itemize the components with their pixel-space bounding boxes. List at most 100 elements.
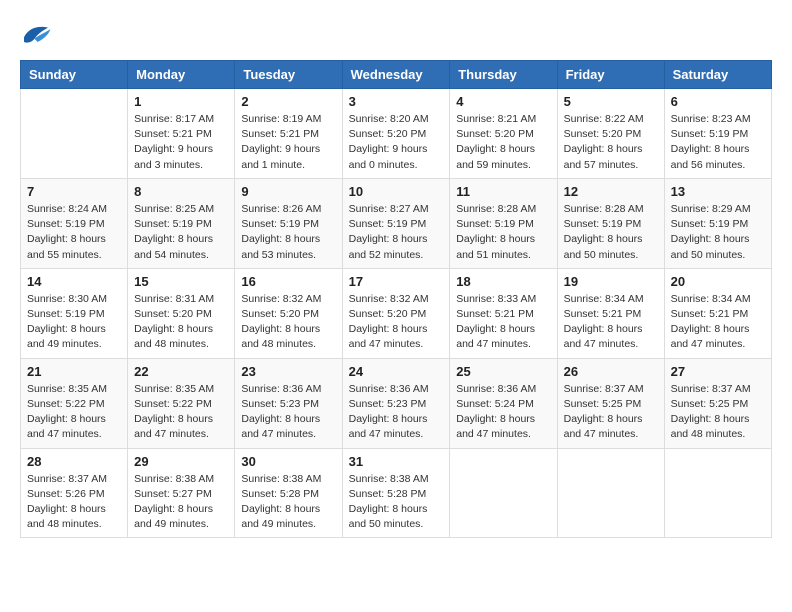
day-info: Sunrise: 8:38 AMSunset: 5:28 PMDaylight:…	[349, 472, 444, 533]
day-info: Sunrise: 8:19 AMSunset: 5:21 PMDaylight:…	[241, 112, 335, 173]
calendar-cell: 8 Sunrise: 8:25 AMSunset: 5:19 PMDaylight…	[128, 178, 235, 268]
day-info: Sunrise: 8:37 AMSunset: 5:25 PMDaylight:…	[671, 382, 765, 443]
day-info: Sunrise: 8:34 AMSunset: 5:21 PMDaylight:…	[564, 292, 658, 353]
day-info: Sunrise: 8:22 AMSunset: 5:20 PMDaylight:…	[564, 112, 658, 173]
day-info: Sunrise: 8:28 AMSunset: 5:19 PMDaylight:…	[564, 202, 658, 263]
logo	[20, 20, 56, 48]
day-number: 29	[134, 454, 228, 469]
weekday-header: Saturday	[664, 61, 771, 89]
day-info: Sunrise: 8:17 AMSunset: 5:21 PMDaylight:…	[134, 112, 228, 173]
page: SundayMondayTuesdayWednesdayThursdayFrid…	[0, 0, 792, 612]
day-number: 1	[134, 94, 228, 109]
calendar-week-row: 1 Sunrise: 8:17 AMSunset: 5:21 PMDaylight…	[21, 89, 772, 179]
calendar-cell	[21, 89, 128, 179]
day-info: Sunrise: 8:38 AMSunset: 5:27 PMDaylight:…	[134, 472, 228, 533]
day-number: 6	[671, 94, 765, 109]
calendar-cell: 15 Sunrise: 8:31 AMSunset: 5:20 PMDayligh…	[128, 268, 235, 358]
calendar-cell: 29 Sunrise: 8:38 AMSunset: 5:27 PMDayligh…	[128, 448, 235, 538]
day-number: 25	[456, 364, 550, 379]
day-number: 18	[456, 274, 550, 289]
calendar-cell: 4 Sunrise: 8:21 AMSunset: 5:20 PMDaylight…	[450, 89, 557, 179]
day-number: 8	[134, 184, 228, 199]
day-info: Sunrise: 8:32 AMSunset: 5:20 PMDaylight:…	[241, 292, 335, 353]
calendar-cell: 24Sunrise: 8:36 AMSunset: 5:23 PMDayligh…	[342, 358, 450, 448]
day-info: Sunrise: 8:33 AMSunset: 5:21 PMDaylight:…	[456, 292, 550, 353]
day-info: Sunrise: 8:37 AMSunset: 5:26 PMDaylight:…	[27, 472, 121, 533]
calendar-week-row: 7Sunrise: 8:24 AMSunset: 5:19 PMDaylight…	[21, 178, 772, 268]
calendar-cell: 6 Sunrise: 8:23 AMSunset: 5:19 PMDaylight…	[664, 89, 771, 179]
day-info: Sunrise: 8:32 AMSunset: 5:20 PMDaylight:…	[349, 292, 444, 353]
calendar-cell: 19 Sunrise: 8:34 AMSunset: 5:21 PMDayligh…	[557, 268, 664, 358]
weekday-header: Sunday	[21, 61, 128, 89]
day-info: Sunrise: 8:36 AMSunset: 5:23 PMDaylight:…	[241, 382, 335, 443]
day-number: 19	[564, 274, 658, 289]
calendar-cell: 21 Sunrise: 8:35 AMSunset: 5:22 PMDayligh…	[21, 358, 128, 448]
calendar-cell: 13 Sunrise: 8:29 AMSunset: 5:19 PMDayligh…	[664, 178, 771, 268]
calendar-cell: 26 Sunrise: 8:37 AMSunset: 5:25 PMDayligh…	[557, 358, 664, 448]
day-number: 4	[456, 94, 550, 109]
calendar-cell: 18 Sunrise: 8:33 AMSunset: 5:21 PMDayligh…	[450, 268, 557, 358]
calendar-cell: 23 Sunrise: 8:36 AMSunset: 5:23 PMDayligh…	[235, 358, 342, 448]
weekday-header: Tuesday	[235, 61, 342, 89]
calendar-week-row: 21 Sunrise: 8:35 AMSunset: 5:22 PMDayligh…	[21, 358, 772, 448]
day-number: 22	[134, 364, 228, 379]
day-info: Sunrise: 8:23 AMSunset: 5:19 PMDaylight:…	[671, 112, 765, 173]
header	[20, 20, 772, 48]
day-info: Sunrise: 8:27 AMSunset: 5:19 PMDaylight:…	[349, 202, 444, 263]
day-number: 15	[134, 274, 228, 289]
calendar-cell: 17 Sunrise: 8:32 AMSunset: 5:20 PMDayligh…	[342, 268, 450, 358]
calendar-cell: 5 Sunrise: 8:22 AMSunset: 5:20 PMDaylight…	[557, 89, 664, 179]
day-info: Sunrise: 8:25 AMSunset: 5:19 PMDaylight:…	[134, 202, 228, 263]
calendar-cell: 25Sunrise: 8:36 AMSunset: 5:24 PMDayligh…	[450, 358, 557, 448]
calendar-cell	[557, 448, 664, 538]
calendar-week-row: 28 Sunrise: 8:37 AMSunset: 5:26 PMDayligh…	[21, 448, 772, 538]
calendar-cell: 1 Sunrise: 8:17 AMSunset: 5:21 PMDaylight…	[128, 89, 235, 179]
calendar-table: SundayMondayTuesdayWednesdayThursdayFrid…	[20, 60, 772, 538]
day-info: Sunrise: 8:38 AMSunset: 5:28 PMDaylight:…	[241, 472, 335, 533]
day-number: 12	[564, 184, 658, 199]
weekday-header: Friday	[557, 61, 664, 89]
day-info: Sunrise: 8:31 AMSunset: 5:20 PMDaylight:…	[134, 292, 228, 353]
weekday-header: Thursday	[450, 61, 557, 89]
day-number: 3	[349, 94, 444, 109]
day-info: Sunrise: 8:21 AMSunset: 5:20 PMDaylight:…	[456, 112, 550, 173]
day-number: 13	[671, 184, 765, 199]
day-info: Sunrise: 8:37 AMSunset: 5:25 PMDaylight:…	[564, 382, 658, 443]
day-number: 9	[241, 184, 335, 199]
day-number: 27	[671, 364, 765, 379]
day-number: 28	[27, 454, 121, 469]
day-number: 21	[27, 364, 121, 379]
day-number: 16	[241, 274, 335, 289]
day-number: 10	[349, 184, 444, 199]
calendar-cell: 30Sunrise: 8:38 AMSunset: 5:28 PMDayligh…	[235, 448, 342, 538]
calendar-cell: 28 Sunrise: 8:37 AMSunset: 5:26 PMDayligh…	[21, 448, 128, 538]
day-number: 20	[671, 274, 765, 289]
day-info: Sunrise: 8:35 AMSunset: 5:22 PMDaylight:…	[27, 382, 121, 443]
calendar-cell: 14Sunrise: 8:30 AMSunset: 5:19 PMDayligh…	[21, 268, 128, 358]
calendar-cell	[450, 448, 557, 538]
day-number: 17	[349, 274, 444, 289]
day-number: 23	[241, 364, 335, 379]
day-info: Sunrise: 8:36 AMSunset: 5:23 PMDaylight:…	[349, 382, 444, 443]
calendar-cell: 2Sunrise: 8:19 AMSunset: 5:21 PMDaylight…	[235, 89, 342, 179]
calendar-cell: 9Sunrise: 8:26 AMSunset: 5:19 PMDaylight…	[235, 178, 342, 268]
calendar-week-row: 14Sunrise: 8:30 AMSunset: 5:19 PMDayligh…	[21, 268, 772, 358]
day-info: Sunrise: 8:30 AMSunset: 5:19 PMDaylight:…	[27, 292, 121, 353]
calendar-cell: 12 Sunrise: 8:28 AMSunset: 5:19 PMDayligh…	[557, 178, 664, 268]
calendar-cell: 3 Sunrise: 8:20 AMSunset: 5:20 PMDaylight…	[342, 89, 450, 179]
calendar-cell: 11Sunrise: 8:28 AMSunset: 5:19 PMDayligh…	[450, 178, 557, 268]
weekday-header: Wednesday	[342, 61, 450, 89]
calendar-cell: 27 Sunrise: 8:37 AMSunset: 5:25 PMDayligh…	[664, 358, 771, 448]
calendar-cell: 10 Sunrise: 8:27 AMSunset: 5:19 PMDayligh…	[342, 178, 450, 268]
weekday-header-row: SundayMondayTuesdayWednesdayThursdayFrid…	[21, 61, 772, 89]
day-number: 5	[564, 94, 658, 109]
calendar-cell: 7Sunrise: 8:24 AMSunset: 5:19 PMDaylight…	[21, 178, 128, 268]
calendar-cell: 20Sunrise: 8:34 AMSunset: 5:21 PMDayligh…	[664, 268, 771, 358]
day-number: 31	[349, 454, 444, 469]
weekday-header: Monday	[128, 61, 235, 89]
day-info: Sunrise: 8:35 AMSunset: 5:22 PMDaylight:…	[134, 382, 228, 443]
calendar-cell: 16 Sunrise: 8:32 AMSunset: 5:20 PMDayligh…	[235, 268, 342, 358]
day-info: Sunrise: 8:20 AMSunset: 5:20 PMDaylight:…	[349, 112, 444, 173]
day-info: Sunrise: 8:29 AMSunset: 5:19 PMDaylight:…	[671, 202, 765, 263]
day-number: 26	[564, 364, 658, 379]
